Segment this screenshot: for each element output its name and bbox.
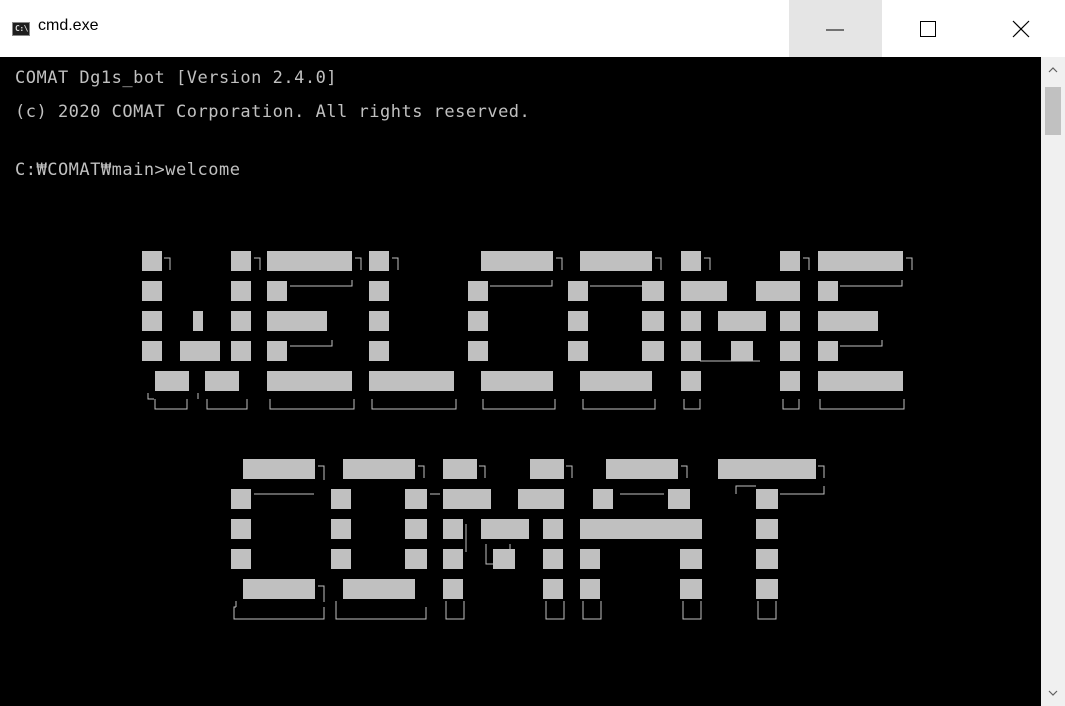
console-output[interactable]: COMAT Dg1s_bot [Version 2.4.0] (c) 2020 … [0, 57, 1041, 706]
vertical-scrollbar[interactable] [1041, 57, 1065, 706]
cmd-icon-glyph: C:\ [15, 24, 28, 33]
scrollbar-thumb[interactable] [1045, 87, 1061, 135]
minimize-button[interactable] [789, 0, 882, 57]
scroll-up-button[interactable] [1041, 57, 1065, 83]
chevron-up-icon [1048, 67, 1058, 73]
maximize-icon [920, 21, 936, 37]
window-title: cmd.exe [38, 17, 99, 34]
minimize-icon [826, 29, 844, 31]
title-bar[interactable]: C:\ cmd.exe [0, 0, 1065, 57]
scroll-down-button[interactable] [1041, 680, 1065, 706]
welcome-comat-ascii-banner [142, 251, 913, 620]
cmd-window: C:\ cmd.exe COMAT Dg1s_bot [Version 2.4.… [0, 0, 1065, 706]
close-button[interactable] [975, 0, 1065, 57]
maximize-button[interactable] [882, 0, 975, 57]
chevron-down-icon [1048, 690, 1058, 696]
cmd-app-icon[interactable]: C:\ [12, 22, 30, 36]
close-icon [1012, 20, 1030, 38]
